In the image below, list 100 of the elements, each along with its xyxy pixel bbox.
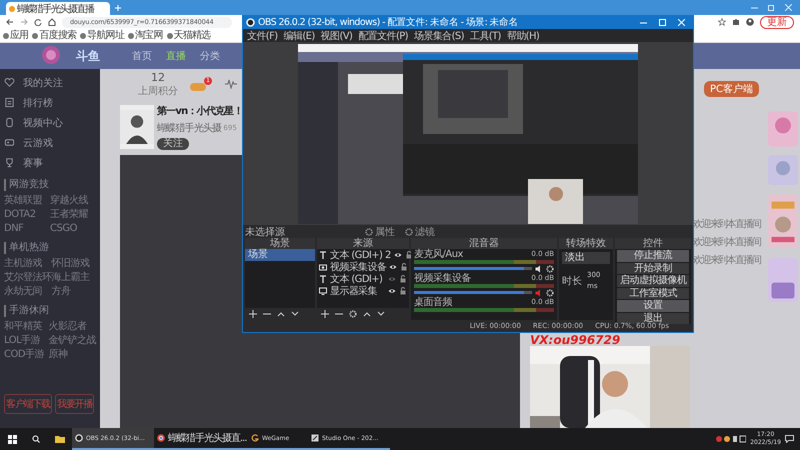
sidebar-item[interactable]: 排行榜 — [23, 96, 53, 110]
up-icon[interactable] — [363, 310, 371, 318]
section-heading: 网游竞技 — [4, 179, 96, 191]
volume-slider[interactable] — [414, 267, 524, 270]
menu-item[interactable]: 配置文件(P) — [358, 28, 408, 42]
windows-start-icon[interactable] — [8, 434, 16, 444]
toolbar-button[interactable]: 属性 — [365, 224, 395, 238]
taskbar-app[interactable]: 蝴蝶猎手光头摄直... — [154, 428, 248, 450]
menu-item[interactable]: 文件(F) — [247, 28, 278, 42]
update-button[interactable]: 更新 — [760, 16, 794, 28]
sidebar-button[interactable]: 客户端下载 — [4, 394, 52, 414]
lock-icon[interactable] — [400, 263, 408, 271]
tray-icons-drawing[interactable] — [716, 435, 746, 443]
bookmark[interactable]: 导航网址 — [80, 30, 124, 42]
eye-icon[interactable] — [388, 287, 396, 295]
scene-item[interactable]: 场景 — [245, 249, 315, 261]
toggle-icon[interactable] — [190, 83, 206, 91]
lock-icon[interactable] — [404, 251, 413, 259]
category-link[interactable]: DNF — [4, 223, 50, 235]
lock-icon[interactable] — [399, 275, 407, 283]
toolbar-button[interactable]: 滤镜 — [405, 224, 435, 238]
notification-icon[interactable] — [785, 435, 794, 443]
category-link[interactable]: CSGO — [50, 223, 96, 235]
control-button[interactable]: 启动虚拟摄像机 — [617, 275, 689, 286]
up-icon[interactable] — [277, 310, 285, 318]
settings-icon[interactable] — [546, 288, 554, 296]
nav-link[interactable]: 分类 — [200, 49, 220, 63]
down-icon[interactable] — [377, 310, 385, 318]
speaker-icon[interactable] — [535, 264, 543, 272]
category-link[interactable]: 永劫无间 — [4, 286, 52, 298]
category-link[interactable]: 怀旧游戏 — [52, 258, 96, 270]
bookmark[interactable]: 淘宝网 — [128, 30, 163, 42]
chat-message: 欢迎来到本直播间 — [693, 237, 760, 249]
category-link[interactable]: 主机游戏 — [4, 258, 52, 270]
source-item[interactable]: 文本 (GDI+) — [330, 272, 385, 286]
sidebar-item[interactable]: 赛事 — [23, 156, 43, 170]
menu-item[interactable]: 编辑(E) — [284, 28, 315, 42]
sidebar-button[interactable]: 我要开播 — [55, 394, 94, 414]
menu-item[interactable]: 工具(T) — [470, 28, 501, 42]
hidden-eye-icon[interactable] — [388, 275, 396, 283]
category-link[interactable]: 金铲铲之战 — [48, 335, 96, 347]
control-button[interactable]: 工作室模式 — [617, 288, 689, 299]
category-link[interactable]: 原神 — [48, 349, 96, 361]
follow-button[interactable]: 关注 — [157, 138, 189, 150]
transition-select[interactable]: 淡出 — [562, 252, 610, 264]
nav-link[interactable]: 首页 — [132, 49, 152, 63]
category-link[interactable]: 和平精英 — [4, 321, 48, 333]
eye-icon[interactable] — [389, 263, 398, 271]
down-icon[interactable] — [291, 310, 299, 318]
site-logo[interactable]: 斗鱼 — [76, 48, 100, 64]
category-link[interactable]: 英雄联盟 — [4, 195, 50, 207]
new-tab-icon[interactable] — [114, 4, 122, 12]
settings-icon[interactable] — [546, 264, 554, 272]
category-link[interactable]: COD手游 — [4, 349, 48, 361]
nav-link[interactable]: 直播 — [166, 49, 186, 63]
settings-icon[interactable] — [349, 310, 357, 318]
category-link[interactable]: DOTA2 — [4, 209, 50, 221]
volume-slider[interactable] — [414, 291, 524, 294]
source-item[interactable]: 文本 (GDI+) 2 — [330, 248, 391, 262]
browser-tab[interactable]: 蝴蝶猎手光头摄直播 — [6, 2, 110, 15]
add-icon[interactable] — [321, 310, 329, 318]
category-link[interactable]: 穿越火线 — [50, 195, 96, 207]
control-button[interactable]: 设置 — [617, 300, 689, 312]
bookmark[interactable]: 天猫精选 — [166, 30, 210, 42]
category-link[interactable]: LOL手游 — [4, 335, 48, 347]
close-icon[interactable] — [785, 4, 792, 11]
client-button[interactable]: PC客户端 — [704, 81, 760, 97]
category-link[interactable]: 方舟 — [52, 286, 96, 298]
lock-icon[interactable] — [399, 287, 407, 295]
reload-icon[interactable] — [34, 18, 42, 26]
source-item[interactable]: 显示器采集 — [330, 284, 385, 298]
streamer-name[interactable]: 蝴蝶猎手光头摄 — [157, 121, 222, 135]
home-icon[interactable] — [48, 18, 56, 26]
add-icon[interactable] — [249, 310, 257, 318]
menu-item[interactable]: 视图(V) — [320, 28, 352, 42]
muted-speaker-icon[interactable] — [535, 288, 543, 296]
back-icon[interactable] — [6, 18, 14, 26]
bookmark[interactable]: 应用 — [3, 30, 28, 42]
category-link[interactable]: 艾尔登法环 — [4, 272, 52, 284]
control-button[interactable]: 开始录制 — [617, 262, 689, 274]
category-link[interactable]: 海上霸主 — [52, 272, 96, 284]
restore-icon[interactable] — [768, 4, 775, 11]
menu-item[interactable]: 帮助(H) — [506, 28, 540, 42]
sound-wave-icon[interactable] — [224, 79, 238, 89]
menu-item[interactable]: 场景集合(S) — [414, 28, 464, 42]
control-button[interactable]: 停止推流 — [617, 250, 689, 262]
bookmark[interactable]: 百度搜索 — [32, 30, 76, 42]
control-button[interactable]: 退出 — [617, 312, 689, 324]
folder-icon[interactable] — [55, 435, 65, 443]
search-icon[interactable] — [32, 435, 40, 443]
sidebar-item[interactable]: 视频中心 — [23, 116, 63, 130]
sidebar-item[interactable]: 云游戏 — [23, 136, 53, 150]
eye-icon[interactable] — [394, 251, 402, 259]
maximize-icon[interactable] — [659, 19, 666, 26]
star-icon[interactable] — [718, 18, 726, 26]
category-link[interactable]: 火影忍者 — [48, 321, 96, 333]
profile-icon[interactable] — [746, 18, 754, 26]
sidebar-item[interactable]: 我的关注 — [23, 76, 63, 90]
source-item[interactable]: 视频采集设备 — [330, 260, 386, 274]
category-link[interactable]: 王者荣耀 — [50, 209, 96, 221]
